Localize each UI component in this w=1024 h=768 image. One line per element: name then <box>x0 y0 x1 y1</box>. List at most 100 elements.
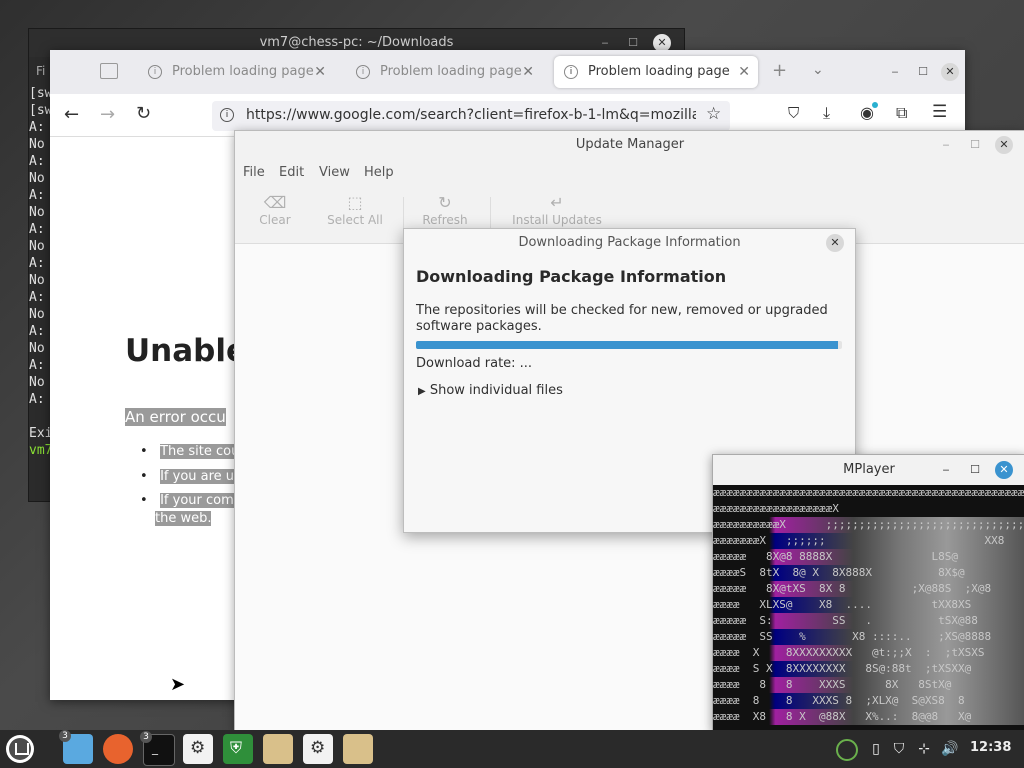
ascii-video-row: æææææ 8X@8 8888X L8S@ <box>713 549 1024 565</box>
url-text[interactable]: https://www.google.com/search?client=fir… <box>246 107 696 123</box>
select-all-label: Select All <box>327 213 383 227</box>
error-intro-text: An error occu <box>125 408 226 426</box>
ascii-video-row: æææææææX ;;;;;; XX8 <box>713 533 1024 549</box>
error-bullet-3-continued: the web. <box>155 511 212 526</box>
tab-close-icon[interactable]: ✕ <box>314 56 326 88</box>
bullet-text: If your com <box>160 493 234 508</box>
tab-bar: i Problem loading page ✕ i Problem loadi… <box>50 50 965 94</box>
volume-icon[interactable]: 🔊 <box>940 739 960 759</box>
info-icon[interactable]: i <box>220 108 234 122</box>
clock[interactable]: 12:38 <box>970 740 1011 755</box>
clipboard-icon[interactable]: ▯ <box>866 739 886 759</box>
dialog-title: Downloading Package Information <box>518 235 741 250</box>
expander-label: Show individual files <box>429 383 563 398</box>
menu-view[interactable]: View <box>319 165 350 180</box>
dialog-description: The repositories will be checked for new… <box>416 303 828 334</box>
reload-icon[interactable]: ↻ <box>136 103 151 124</box>
firefox-view-icon[interactable] <box>100 63 118 79</box>
terminal-icon[interactable]: 3 _ <box>140 731 175 766</box>
hamburger-menu-icon[interactable]: ☰ <box>932 102 947 122</box>
mplayer-window[interactable]: MPlayer ‒ ☐ ✕ ææææææææææææææææææææææææææ… <box>712 454 1024 732</box>
ascii-video-row: ææææS 8tX 8@ X 8X888X 8X$@ <box>713 565 1024 581</box>
folder-icon[interactable] <box>263 734 293 764</box>
forward-icon[interactable]: → <box>100 104 115 125</box>
error-heading: Unable <box>125 333 248 369</box>
extensions-icon[interactable]: ⧉ <box>896 103 907 123</box>
minimize-icon[interactable]: ‒ <box>937 136 955 154</box>
firefox-icon[interactable] <box>103 734 133 764</box>
shield-tray-icon[interactable]: ⛉ <box>889 739 909 759</box>
folder-icon[interactable] <box>343 734 373 764</box>
maximize-icon[interactable]: ☐ <box>914 63 932 81</box>
url-bar[interactable]: i https://www.google.com/search?client=f… <box>212 101 730 131</box>
close-icon[interactable]: ✕ <box>995 461 1013 479</box>
maximize-icon[interactable]: ☐ <box>966 136 984 154</box>
install-updates-label: Install Updates <box>512 213 602 227</box>
bullet-text: If you are u <box>160 469 235 484</box>
minimize-icon[interactable]: ‒ <box>886 63 904 81</box>
ascii-video-row: ææææ X8 8 X @88X X%..: 8@@8 X@ <box>713 709 1024 725</box>
pocket-icon[interactable]: ⛉ <box>788 104 799 122</box>
bookmark-star-icon[interactable]: ☆ <box>706 104 721 124</box>
tab-close-icon[interactable]: ✕ <box>522 56 534 88</box>
ascii-video-row: ææææææææææææææææææææææææææææææææææææææææ… <box>713 486 1024 499</box>
mouse-cursor-icon: ➤ <box>170 674 186 695</box>
select-all-icon: ⬚ <box>347 193 363 212</box>
refresh-button[interactable]: ↻ Refresh <box>417 193 473 227</box>
ascii-video-row: æææææ SS % X8 ::::.. ;XS@8888 <box>713 629 1024 645</box>
show-files-expander[interactable]: ▶ Show individual files <box>418 383 563 398</box>
tab-close-icon[interactable]: ✕ <box>738 56 750 88</box>
ascii-video-row: ææææææææææX ;;;;;;;;;;;;;;;;;;;;;;;;;;;;… <box>713 517 1024 533</box>
progress-fill <box>416 341 838 349</box>
close-icon[interactable]: ✕ <box>941 63 959 81</box>
error-bullet-2: • If you are u <box>140 469 235 484</box>
network-icon[interactable]: ⊹ <box>914 739 934 759</box>
tab-label: Problem loading page <box>588 64 730 79</box>
shield-icon[interactable]: ⛨ <box>223 734 253 764</box>
folder-icon[interactable]: 3 <box>59 730 93 764</box>
ascii-video-row: ææææ 8 8 XXXS 8 ;XLX@ S@XS8 8 <box>713 693 1024 709</box>
window-count-badge: 3 <box>59 730 71 742</box>
tab-problem-loading-3[interactable]: i Problem loading page ✕ <box>554 56 758 88</box>
ascii-video-row: ææææææææææææææææææX <box>713 502 839 515</box>
notification-dot <box>872 102 878 108</box>
window-count-badge: 3 <box>140 731 152 743</box>
tab-problem-loading-2[interactable]: i Problem loading page ✕ <box>346 56 542 88</box>
triangle-right-icon: ▶ <box>418 386 426 397</box>
error-bullet-3: • If your com <box>140 493 234 508</box>
dialog-heading: Downloading Package Information <box>416 267 727 286</box>
download-icon[interactable]: ⤓ <box>823 103 830 123</box>
close-icon[interactable]: ✕ <box>995 136 1013 154</box>
error-intro: An error occu <box>125 408 226 426</box>
settings-icon[interactable]: ⚙ <box>303 734 333 764</box>
new-tab-icon[interactable]: + <box>772 60 787 81</box>
info-icon: i <box>564 65 578 79</box>
back-icon[interactable]: ← <box>64 104 79 125</box>
terminal-menu-file[interactable]: Fi <box>36 64 45 78</box>
menu-file[interactable]: File <box>243 165 265 180</box>
install-updates-button[interactable]: ↵ Install Updates <box>507 193 607 227</box>
tab-label: Problem loading page <box>380 64 522 79</box>
close-icon[interactable]: ✕ <box>826 234 844 252</box>
mint-menu-icon[interactable] <box>6 735 34 763</box>
ascii-video-row: æææææ 8X@tXS 8X 8 ;X@88S ;X@8 <box>713 581 1024 597</box>
update-status-icon[interactable] <box>836 739 858 761</box>
select-all-button[interactable]: ⬚ Select All <box>323 193 387 227</box>
clear-label: Clear <box>259 213 291 227</box>
tab-problem-loading-1[interactable]: i Problem loading page ✕ <box>138 56 334 88</box>
minimize-icon[interactable]: ‒ <box>937 461 955 479</box>
clear-button[interactable]: ⌫ Clear <box>255 193 295 227</box>
menu-bar: File Edit View Help <box>235 159 1024 187</box>
ascii-video-row: æææææ S: SS . tSX@88 <box>713 613 1024 629</box>
chevron-down-icon[interactable]: ⌄ <box>812 62 824 78</box>
refresh-icon: ↻ <box>438 193 452 212</box>
tab-label: Problem loading page <box>172 64 314 79</box>
ascii-video-output[interactable]: ææææææææææææææææææææææææææææææææææææææææ… <box>713 485 1024 731</box>
menu-help[interactable]: Help <box>364 165 394 180</box>
refresh-label: Refresh <box>422 213 468 227</box>
settings-icon[interactable]: ⚙ <box>183 734 213 764</box>
maximize-icon[interactable]: ☐ <box>966 461 984 479</box>
ascii-video-row: ææææ XLXS@ X8 .... tXX8XS <box>713 597 1024 613</box>
update-manager-title: Update Manager <box>575 137 685 152</box>
menu-edit[interactable]: Edit <box>279 165 304 180</box>
